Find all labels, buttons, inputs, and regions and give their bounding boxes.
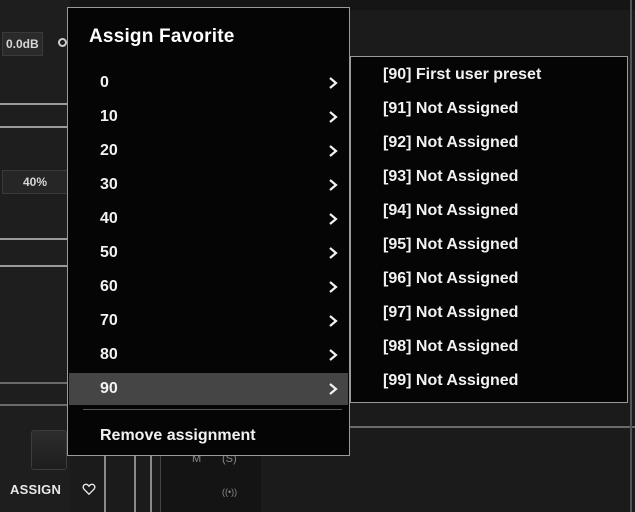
submenu-item[interactable]: [96] Not Assigned — [352, 262, 626, 296]
menu-item-70[interactable]: 70 — [69, 305, 348, 337]
menu-item-label: 30 — [100, 176, 118, 193]
submenu-item[interactable]: [95] Not Assigned — [352, 228, 626, 262]
submenu-item-label: [99] Not Assigned — [383, 372, 519, 389]
knob-icon[interactable] — [58, 38, 67, 47]
chevron-right-icon — [329, 111, 338, 123]
menu-item-label: 10 — [100, 108, 118, 125]
menu-item-label: 60 — [100, 278, 118, 295]
assign-label[interactable]: ASSIGN — [10, 482, 61, 497]
menu-item-label: 70 — [100, 312, 118, 329]
submenu-item-label: [95] Not Assigned — [383, 236, 519, 253]
assign-favorite-menu: Assign Favorite 0 10 20 30 40 50 60 70 8… — [67, 7, 350, 456]
menu-item-0[interactable]: 0 — [69, 67, 348, 99]
submenu-item-label: [96] Not Assigned — [383, 270, 519, 287]
menu-item-label: 40 — [100, 210, 118, 227]
slider-track — [0, 126, 68, 128]
submenu-item[interactable]: [90] First user preset — [352, 58, 626, 92]
menu-divider — [83, 409, 342, 410]
submenu-item[interactable]: [98] Not Assigned — [352, 330, 626, 364]
rail — [134, 456, 136, 512]
submenu-item-label: [94] Not Assigned — [383, 202, 519, 219]
submenu-item[interactable]: [92] Not Assigned — [352, 126, 626, 160]
chevron-right-icon — [329, 315, 338, 327]
heart-icon — [82, 483, 96, 496]
menu-item-label: 0 — [100, 74, 109, 91]
chevron-right-icon — [329, 179, 338, 191]
menu-item-30[interactable]: 30 — [69, 169, 348, 201]
submenu-item-label: [90] First user preset — [383, 66, 542, 83]
rail — [630, 0, 632, 512]
submenu-item[interactable]: [97] Not Assigned — [352, 296, 626, 330]
rail — [150, 456, 152, 512]
rail — [104, 456, 106, 512]
chevron-right-icon — [329, 383, 338, 395]
panel-divider — [350, 426, 635, 428]
favorite-submenu: [90] First user preset [91] Not Assigned… — [350, 56, 628, 403]
submenu-item-label: [93] Not Assigned — [383, 168, 519, 185]
gain-readout[interactable]: 0.0dB — [2, 32, 43, 56]
submenu-item[interactable]: [93] Not Assigned — [352, 160, 626, 194]
submenu-item[interactable]: [94] Not Assigned — [352, 194, 626, 228]
menu-title: Assign Favorite — [89, 26, 235, 47]
chevron-right-icon — [329, 247, 338, 259]
wireless-icon[interactable]: ((•)) — [222, 487, 237, 497]
slider-track — [0, 404, 68, 406]
menu-item-20[interactable]: 20 — [69, 135, 348, 167]
submenu-item[interactable]: [91] Not Assigned — [352, 92, 626, 126]
slider-track — [0, 382, 68, 384]
submenu-item-label: [91] Not Assigned — [383, 100, 519, 117]
slider-track — [0, 265, 68, 267]
chevron-right-icon — [329, 145, 338, 157]
chevron-right-icon — [329, 281, 338, 293]
menu-item-label: 90 — [100, 380, 118, 397]
percent-readout[interactable]: 40% — [2, 170, 68, 194]
plugin-window: 0.0dB 40% ASSIGN M (S) ((•)) Assign Favo… — [0, 0, 635, 512]
submenu-item[interactable]: [99] Not Assigned — [352, 364, 626, 398]
assign-favorite-button[interactable] — [31, 430, 67, 470]
menu-item-10[interactable]: 10 — [69, 101, 348, 133]
submenu-item-label: [92] Not Assigned — [383, 134, 519, 151]
chevron-right-icon — [329, 77, 338, 89]
slider-track — [0, 238, 68, 240]
menu-item-label: 80 — [100, 346, 118, 363]
submenu-item-label: [98] Not Assigned — [383, 338, 519, 355]
menu-item-40[interactable]: 40 — [69, 203, 348, 235]
menu-item-90[interactable]: 90 — [69, 373, 348, 405]
menu-item-60[interactable]: 60 — [69, 271, 348, 303]
remove-assignment-label: Remove assignment — [100, 427, 256, 444]
menu-item-80[interactable]: 80 — [69, 339, 348, 371]
menu-item-label: 20 — [100, 142, 118, 159]
chevron-right-icon — [329, 349, 338, 361]
menu-item-50[interactable]: 50 — [69, 237, 348, 269]
chevron-right-icon — [329, 213, 338, 225]
menu-item-label: 50 — [100, 244, 118, 261]
remove-assignment-item[interactable]: Remove assignment — [69, 422, 348, 450]
submenu-item-label: [97] Not Assigned — [383, 304, 519, 321]
slider-track — [0, 103, 68, 105]
